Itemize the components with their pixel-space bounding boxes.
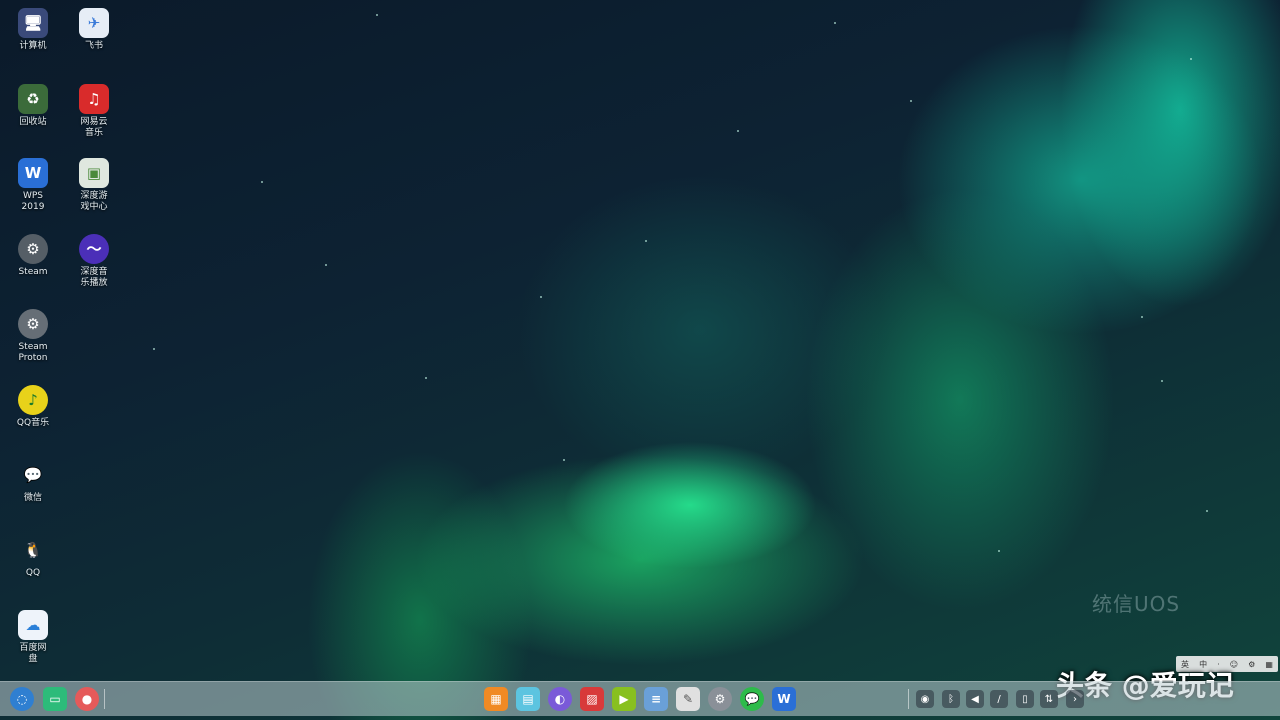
multitask-view-icon[interactable]: ▭	[43, 687, 67, 711]
desktop-icon-label: 计算机	[19, 41, 47, 51]
desktop-icon-label: 微信	[23, 493, 42, 503]
desktop-icon-computer[interactable]: 🖥 计算机	[5, 8, 61, 52]
file-manager-icon[interactable]: ▤	[516, 687, 540, 711]
taskbar-dock: ◌ ▭ ● ▦ ▤ ◐ ▨ ▶ ≡ ✎ ⚙ 💬 W ◉ ᛒ ◀ / ▯ ⇅ ›	[0, 681, 1280, 716]
settings-gear-icon[interactable]: ⚙	[708, 687, 732, 711]
desktop-icon-music-player[interactable]: 〜 深度音 乐播放	[66, 234, 122, 289]
desktop-icon-label: QQ音乐	[16, 418, 50, 428]
desktop-icon-feishu[interactable]: ✈ 飞书	[66, 8, 122, 52]
desktop-icon-deepin-game[interactable]: ▣ 深度游 戏中心	[66, 158, 122, 213]
taskbar-divider	[104, 689, 105, 709]
video-player-icon[interactable]: ▶	[612, 687, 636, 711]
browser-icon[interactable]: ◐	[548, 687, 572, 711]
pen-icon[interactable]: /	[990, 690, 1008, 708]
wps-icon[interactable]: W	[772, 687, 796, 711]
chevron-right-icon[interactable]: ›	[1066, 690, 1084, 708]
desktop-icon-label: Steam	[18, 267, 48, 277]
desktop-icon-netease-music[interactable]: ♫ 网易云 音乐	[66, 84, 122, 139]
keyboard-icon[interactable]: ▦	[1265, 660, 1273, 669]
music-wave-icon: 〜	[79, 234, 109, 264]
uos-logo-watermark: 统信UOS	[1092, 592, 1181, 616]
wechat-icon[interactable]: 💬	[740, 687, 764, 711]
desktop-icon-steam-proton[interactable]: ⚙ Steam Proton	[5, 309, 61, 364]
desktop-icon-label: 百度网 盘	[19, 643, 47, 664]
wechat-tray-icon[interactable]: ◉	[916, 690, 934, 708]
desktop-icon-label: 回收站	[19, 117, 47, 127]
desktop-wallpaper: 统信UOS 🖥 计算机 ♻ 回收站 W WPS 2019 ⚙ Steam ⚙ S…	[0, 0, 1280, 720]
gear-icon[interactable]: ⚙	[1248, 660, 1255, 669]
desktop-icon-wechat[interactable]: 💬 微信	[5, 460, 61, 504]
document-viewer-icon[interactable]: ≡	[644, 687, 668, 711]
volume-icon[interactable]: ◀	[966, 690, 984, 708]
image-viewer-icon[interactable]: ▨	[580, 687, 604, 711]
computer-icon: 🖥	[18, 8, 48, 38]
wechat-icon: 💬	[23, 465, 43, 484]
launcher-icon[interactable]: ◌	[10, 687, 34, 711]
app-store-icon[interactable]: ▦	[484, 687, 508, 711]
desktop-icon-trash[interactable]: ♻ 回收站	[5, 84, 61, 128]
desktop-icon-label: Steam Proton	[18, 342, 48, 363]
network-icon[interactable]: ⇅	[1040, 690, 1058, 708]
clipboard-icon[interactable]: ▯	[1016, 690, 1034, 708]
desktop-icon-label: QQ	[25, 568, 41, 578]
desktop-icon-label: 飞书	[84, 41, 103, 51]
notes-icon[interactable]: ✎	[676, 687, 700, 711]
desktop-icon-baidu-netdisk[interactable]: ☁ 百度网 盘	[5, 610, 61, 665]
qq-music-icon: ♪	[18, 385, 48, 415]
cloud-icon: ☁	[18, 610, 48, 640]
game-center-icon: ▣	[79, 158, 109, 188]
trash-icon: ♻	[18, 84, 48, 114]
screen-record-icon[interactable]: ●	[75, 687, 99, 711]
bluetooth-icon[interactable]: ᛒ	[942, 690, 960, 708]
qq-penguin-icon: 🐧	[23, 540, 43, 559]
desktop-icon-qq[interactable]: 🐧 QQ	[5, 535, 61, 579]
steam-icon: ⚙	[18, 234, 48, 264]
desktop-icon-label: WPS 2019	[21, 191, 45, 212]
wps-icon: W	[18, 158, 48, 188]
desktop-icon-steam[interactable]: ⚙ Steam	[5, 234, 61, 278]
steam-icon: ⚙	[18, 309, 48, 339]
desktop-icon-label: 网易云 音乐	[80, 117, 108, 138]
desktop-icon-label: 深度游 戏中心	[80, 191, 108, 212]
desktop-icon-qq-music[interactable]: ♪ QQ音乐	[5, 385, 61, 429]
feishu-icon: ✈	[79, 8, 109, 38]
netease-music-icon: ♫	[79, 84, 109, 114]
taskbar-divider	[908, 689, 909, 709]
desktop-icon-wps[interactable]: W WPS 2019	[5, 158, 61, 213]
desktop-icon-label: 深度音 乐播放	[80, 267, 108, 288]
